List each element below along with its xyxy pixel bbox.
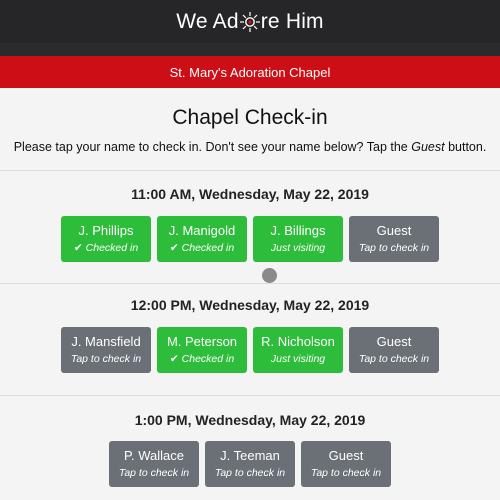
instructions-guest: Guest: [411, 140, 445, 154]
status-text: Tap to check in: [358, 353, 430, 365]
divider: [0, 283, 500, 284]
attendee-button[interactable]: J. Mansfield Tap to check in: [61, 327, 151, 373]
attendee-name: P. Wallace: [124, 448, 184, 463]
status-text: Checked in: [181, 353, 235, 365]
check-in-status: Tap to check in: [119, 466, 189, 480]
slot-title: 12:00 PM, Wednesday, May 22, 2019: [130, 297, 370, 313]
check-in-status: Just visiting: [271, 241, 325, 255]
check-in-status: Tap to check in: [215, 466, 285, 480]
attendee-name: R. Nicholson: [261, 334, 335, 349]
chapel-name-bar: St. Mary's Adoration Chapel: [0, 56, 500, 88]
monstrance-icon: [239, 11, 260, 32]
instructions-pre: Please tap your name to check in. Don't …: [13, 140, 412, 154]
divider: [0, 395, 500, 396]
attendee-name: J. Manigold: [168, 223, 236, 238]
check-in-status: Just visiting: [271, 352, 325, 366]
attendee-button[interactable]: P. Wallace Tap to check in: [109, 441, 199, 487]
guest-button[interactable]: Guest Tap to check in: [349, 327, 439, 373]
status-text: Tap to check in: [118, 467, 190, 479]
page-title: Chapel Check-in: [172, 106, 328, 129]
attendee-name: J. Teeman: [220, 448, 280, 463]
checkmark-icon: ✔: [169, 353, 179, 365]
status-text: Tap to check in: [358, 242, 430, 254]
instructions-text: Please tap your name to check in. Don't …: [0, 140, 500, 154]
attendee-name: M. Peterson: [166, 334, 238, 349]
attendee-name: Guest: [328, 448, 364, 463]
status-text: Just visiting: [270, 242, 326, 254]
attendee-name: Guest: [376, 223, 412, 238]
checkmark-icon: ✔: [73, 242, 83, 254]
check-in-status: Tap to check in: [71, 352, 141, 366]
divider: [0, 170, 500, 171]
attendee-name: J. Mansfield: [71, 334, 141, 349]
attendee-button[interactable]: J. Phillips ✔ Checked in: [61, 216, 151, 262]
check-in-status: Tap to check in: [359, 241, 429, 255]
top-bar: We Ad re Him: [0, 0, 500, 43]
app-logo: We Ad re Him: [176, 10, 324, 34]
slot-title: 11:00 AM, Wednesday, May 22, 2019: [131, 186, 369, 202]
attendee-name: Guest: [376, 334, 412, 349]
check-in-status: Tap to check in: [311, 466, 381, 480]
status-text: Just visiting: [270, 353, 326, 365]
attendee-button[interactable]: J. Billings Just visiting: [253, 216, 343, 262]
attendee-button[interactable]: J. Teeman Tap to check in: [205, 441, 295, 487]
slot-row: J. Phillips ✔ Checked in J. Manigold ✔ Checke…: [0, 216, 500, 262]
check-in-status: Tap to check in: [359, 352, 429, 366]
status-text: Checked in: [181, 242, 235, 254]
slot-row: P. Wallace Tap to check in J. Teeman Tap to…: [0, 441, 500, 487]
status-text: Tap to check in: [310, 467, 382, 479]
attendee-name: J. Phillips: [78, 223, 134, 238]
slot-row: J. Mansfield Tap to check in M. Peterson ✔ C…: [0, 327, 500, 373]
header-spacer: [0, 43, 500, 56]
checkmark-icon: ✔: [169, 242, 179, 254]
logo-text-right: re Him: [260, 9, 324, 33]
status-text: Tap to check in: [70, 353, 142, 365]
guest-button[interactable]: Guest Tap to check in: [349, 216, 439, 262]
scroll-indicator[interactable]: [262, 268, 277, 283]
instructions-post: button.: [444, 140, 487, 154]
check-in-status: ✔ Checked in: [74, 241, 138, 255]
check-in-status: ✔ Checked in: [170, 241, 234, 255]
logo-text-left: We Ad: [176, 9, 239, 33]
attendee-button[interactable]: M. Peterson ✔ Checked in: [157, 327, 247, 373]
attendee-button[interactable]: J. Manigold ✔ Checked in: [157, 216, 247, 262]
guest-button[interactable]: Guest Tap to check in: [301, 441, 391, 487]
status-text: Tap to check in: [214, 467, 286, 479]
attendee-button[interactable]: R. Nicholson Just visiting: [253, 327, 343, 373]
slot-title: 1:00 PM, Wednesday, May 22, 2019: [134, 412, 366, 428]
attendee-name: J. Billings: [270, 223, 326, 238]
status-text: Checked in: [85, 242, 139, 254]
check-in-status: ✔ Checked in: [170, 352, 234, 366]
